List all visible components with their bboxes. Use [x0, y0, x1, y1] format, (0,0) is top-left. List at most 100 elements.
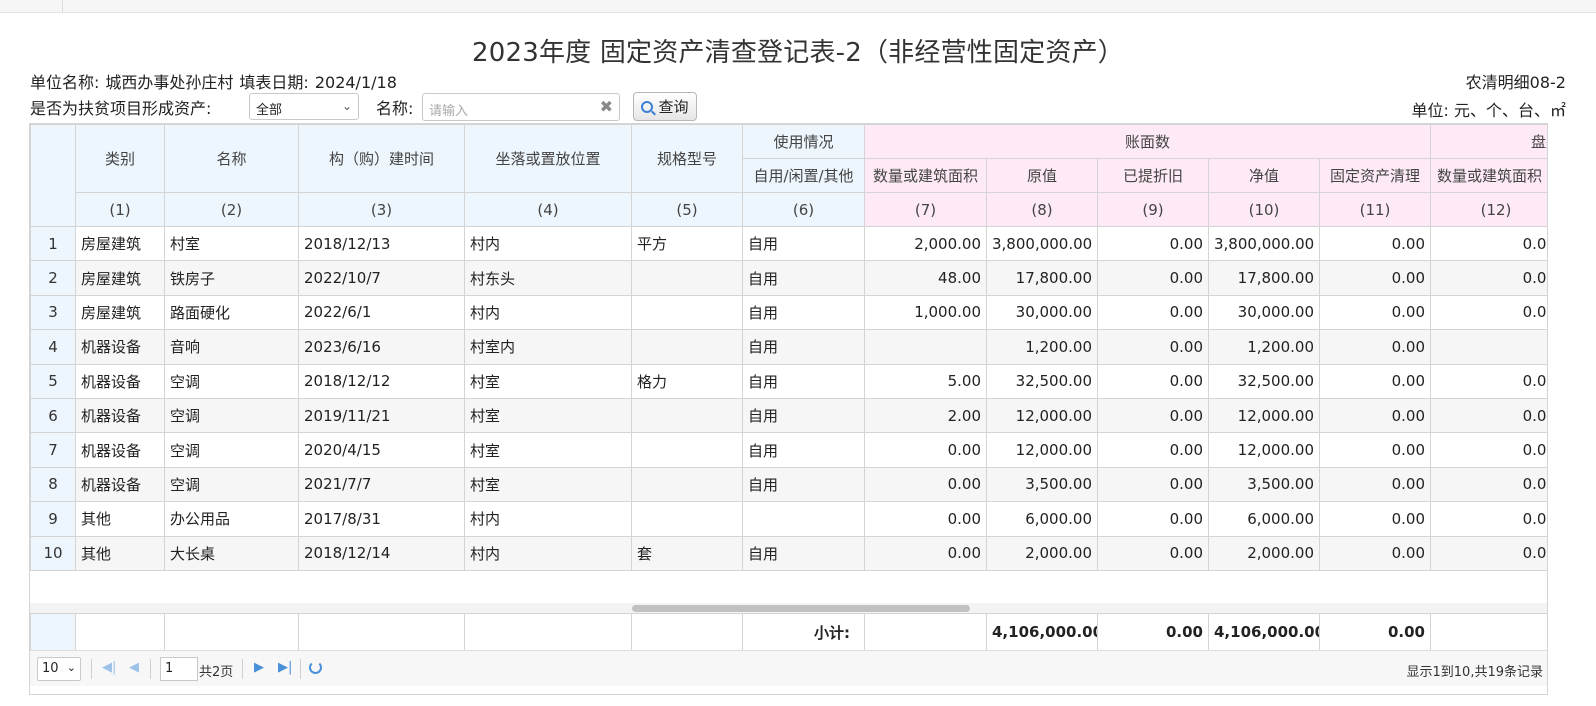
depreciation-cell: 0.00: [1097, 329, 1209, 365]
surplus-qty-cell: 0.00: [1430, 535, 1547, 571]
category-cell: 机器设备: [75, 363, 165, 399]
last-page-icon[interactable]: ▶|: [278, 660, 292, 675]
net-value-cell: 30,000.00: [1208, 294, 1320, 331]
col-num: (9): [1097, 192, 1209, 227]
pager-divider: [300, 659, 301, 679]
usage-cell: 自用: [742, 397, 865, 434]
orig-value-cell: 3,800,000.00: [986, 225, 1098, 262]
build-time-cell: 2022/10/7: [298, 260, 465, 296]
chevron-down-icon: ⌄: [341, 99, 352, 113]
footer-cell: [464, 613, 632, 651]
page-number-input[interactable]: 1: [160, 657, 198, 681]
footer-cell: [864, 613, 987, 651]
query-button-label: 查询: [658, 98, 689, 116]
net-value-cell: 2,000.00: [1208, 535, 1320, 571]
table-row[interactable]: 6 机器设备 空调 2019/11/21 村室 自用 2.00 12,000.00 0.00 12…: [30, 397, 1547, 434]
table-row[interactable]: 1 房屋建筑 村室 2018/12/13 村内 平方 自用 2,000.00 3,800,000…: [30, 225, 1547, 262]
table-row[interactable]: 8 机器设备 空调 2021/7/7 村室 自用 0.00 3,500.00 0.00 3,500…: [30, 466, 1547, 503]
qty-cell: 0.00: [864, 535, 987, 571]
header-location: 坐落或置放位置: [464, 124, 632, 193]
net-value-cell: 12,000.00: [1208, 432, 1320, 468]
first-page-icon[interactable]: ◀|: [102, 660, 116, 675]
surplus-qty-cell: 0.00: [1430, 501, 1547, 537]
qty-cell: [864, 329, 987, 365]
usage-cell: 自用: [742, 225, 865, 262]
orig-value-cell: 12,000.00: [986, 397, 1098, 434]
unit-value: 城西办事处孙庄村: [105, 73, 234, 92]
location-cell: 村室: [464, 363, 632, 399]
row-number-cell: 2: [30, 260, 76, 296]
poverty-select[interactable]: 全部 ⌄: [249, 93, 359, 120]
orig-value-cell: 30,000.00: [986, 294, 1098, 331]
col-num: (7): [864, 192, 987, 227]
query-button[interactable]: 查询: [633, 92, 697, 121]
location-cell: 村内: [464, 501, 632, 537]
usage-cell: 自用: [742, 329, 865, 365]
location-cell: 村内: [464, 225, 632, 262]
clearance-cell: 0.00: [1319, 432, 1431, 468]
usage-cell: 自用: [742, 363, 865, 399]
table-row[interactable]: 9 其他 办公用品 2017/8/31 村内 0.00 6,000.00 0.00 6,000.…: [30, 501, 1547, 537]
build-time-cell: 2017/8/31: [298, 501, 465, 537]
name-cell: 空调: [164, 466, 299, 503]
qty-cell: 2.00: [864, 397, 987, 434]
header-qty: 数量或建筑面积: [864, 158, 987, 193]
name-cell: 路面硬化: [164, 294, 299, 331]
orig-value-cell: 1,200.00: [986, 329, 1098, 365]
name-cell: 办公用品: [164, 501, 299, 537]
clearance-cell: 0.00: [1319, 363, 1431, 399]
clearance-cell: 0.00: [1319, 225, 1431, 262]
spec-cell: [631, 501, 743, 537]
subtotal-depr: 0.00: [1097, 613, 1209, 651]
clear-icon[interactable]: ✖: [600, 97, 613, 116]
depreciation-cell: 0.00: [1097, 432, 1209, 468]
spec-cell: [631, 466, 743, 503]
poverty-filter-label: 是否为扶贫项目形成资产:: [30, 99, 212, 118]
prev-page-icon[interactable]: ◀: [129, 660, 139, 675]
table-row[interactable]: 5 机器设备 空调 2018/12/12 村室 格力 自用 5.00 32,500.00 0.00…: [30, 363, 1547, 399]
pagination-bar: 10 ⌄ ◀| ◀ 1 共2页 ▶ ▶| 显示1到10,共19条记录: [30, 650, 1547, 686]
row-number-cell: 9: [30, 501, 76, 537]
usage-cell: 自用: [742, 466, 865, 503]
table-row[interactable]: 7 机器设备 空调 2020/4/15 村室 自用 0.00 12,000.00 0.00 12,…: [30, 432, 1547, 468]
category-cell: 房屋建筑: [75, 260, 165, 296]
horizontal-scrollbar[interactable]: [30, 603, 1547, 613]
clearance-cell: 0.00: [1319, 260, 1431, 296]
row-number-cell: 5: [30, 363, 76, 399]
build-time-cell: 2018/12/13: [298, 225, 465, 262]
location-cell: 村室: [464, 432, 632, 468]
location-cell: 村室: [464, 397, 632, 434]
spec-cell: [631, 432, 743, 468]
surplus-qty-cell: 0.00: [1430, 294, 1547, 331]
next-page-icon[interactable]: ▶: [254, 660, 264, 675]
location-cell: 村东头: [464, 260, 632, 296]
name-search-input[interactable]: 请输入 ✖: [422, 93, 620, 121]
build-time-cell: 2018/12/14: [298, 535, 465, 571]
name-cell: 空调: [164, 397, 299, 434]
category-cell: 其他: [75, 501, 165, 537]
refresh-icon[interactable]: [309, 661, 322, 674]
poverty-select-value: 全部: [256, 103, 283, 118]
spec-cell: 平方: [631, 225, 743, 262]
clearance-cell: 0.00: [1319, 329, 1431, 365]
unit-label: 单位名称:: [30, 73, 100, 92]
orig-value-cell: 2,000.00: [986, 535, 1098, 571]
table-row[interactable]: 10 其他 大长桌 2018/12/14 村内套自用 0.00 2,000.00 0.00 2,…: [30, 535, 1547, 571]
table-row[interactable]: 4 机器设备 音响 2023/6/16 村室内 自用 1,200.00 0.00 1,200.0…: [30, 329, 1547, 365]
scrollbar-thumb[interactable]: [632, 605, 970, 612]
surplus-qty-cell: [1430, 329, 1547, 365]
page-size-value: 10: [42, 661, 59, 676]
unit-note: 单位: 元、个、台、㎡: [1411, 101, 1566, 120]
table-row[interactable]: 3 房屋建筑 路面硬化 2022/6/1 村内 自用 1,000.00 30,000.00 0.…: [30, 294, 1547, 331]
clearance-cell: 0.00: [1319, 501, 1431, 537]
clearance-cell: 0.00: [1319, 535, 1431, 571]
page-size-select[interactable]: 10 ⌄: [37, 657, 81, 681]
search-icon: [641, 100, 654, 113]
chevron-down-icon: ⌄: [66, 661, 76, 674]
spec-cell: 套: [631, 535, 743, 571]
pager-divider: [242, 659, 243, 679]
row-number-cell: 3: [30, 294, 76, 331]
table-row[interactable]: 2 房屋建筑 铁房子 2022/10/7 村东头 自用 48.00 17,800.00 0.00…: [30, 260, 1547, 296]
category-cell: 房屋建筑: [75, 294, 165, 331]
header-row-number: [30, 124, 76, 227]
